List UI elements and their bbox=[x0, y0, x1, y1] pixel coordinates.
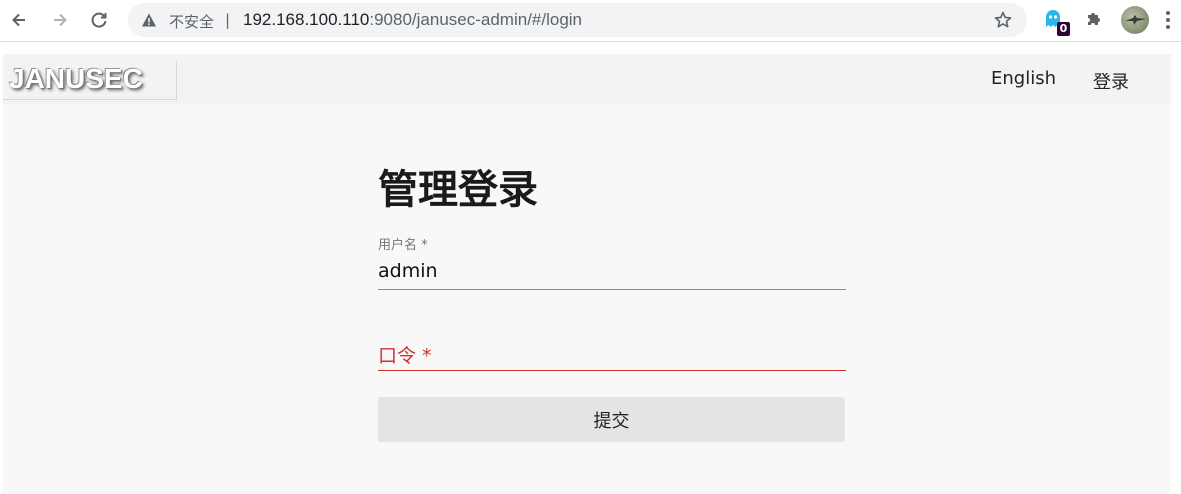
username-input[interactable] bbox=[378, 256, 846, 286]
url-path: :9080/janusec-admin/#/login bbox=[369, 10, 583, 29]
username-label: 用户名 * bbox=[378, 238, 428, 253]
brand-logo[interactable]: JANUSEC bbox=[3, 61, 177, 100]
url-text[interactable]: 192.168.100.110:9080/janusec-admin/#/log… bbox=[243, 10, 582, 30]
security-status-label[interactable]: 不安全 bbox=[169, 11, 214, 32]
submit-button[interactable]: 提交 bbox=[378, 397, 845, 442]
reload-icon bbox=[91, 12, 107, 28]
warning-icon[interactable] bbox=[141, 12, 157, 28]
kebab-menu-icon[interactable] bbox=[1163, 9, 1173, 31]
app-header: JANUSEC English 登录 bbox=[3, 54, 1171, 104]
back-button[interactable] bbox=[5, 6, 33, 34]
profile-avatar[interactable] bbox=[1121, 6, 1149, 34]
url-host: 192.168.100.110 bbox=[243, 10, 370, 29]
address-bar[interactable]: 不安全 | 192.168.100.110:9080/janusec-admin… bbox=[128, 3, 1027, 37]
page-title: 管理登录 bbox=[378, 167, 538, 213]
url-separator: | bbox=[225, 11, 231, 29]
back-arrow-icon bbox=[12, 13, 25, 27]
password-field[interactable]: 口令 * bbox=[378, 337, 846, 373]
username-field[interactable]: 用户名 * bbox=[378, 234, 846, 292]
password-input[interactable] bbox=[378, 337, 846, 369]
star-icon[interactable] bbox=[993, 10, 1013, 30]
username-underline bbox=[378, 289, 846, 290]
language-switch-link[interactable]: English bbox=[991, 68, 1056, 89]
login-nav-link[interactable]: 登录 bbox=[1093, 68, 1129, 94]
brand-text: JANUSEC bbox=[9, 63, 143, 94]
password-underline bbox=[378, 370, 846, 371]
profile-image bbox=[1125, 15, 1146, 25]
reload-button[interactable] bbox=[85, 6, 113, 34]
page-content: JANUSEC English 登录 管理登录 用户名 * 口令 * 提交 bbox=[3, 54, 1171, 494]
browser-toolbar: 不安全 | 192.168.100.110:9080/janusec-admin… bbox=[0, 0, 1181, 42]
puzzle-icon[interactable] bbox=[1084, 9, 1104, 29]
extension-badge: 0 bbox=[1057, 22, 1070, 36]
ghost-extension-button[interactable]: 0 bbox=[1043, 8, 1070, 36]
forward-button[interactable] bbox=[46, 6, 74, 34]
forward-arrow-icon bbox=[54, 13, 67, 27]
